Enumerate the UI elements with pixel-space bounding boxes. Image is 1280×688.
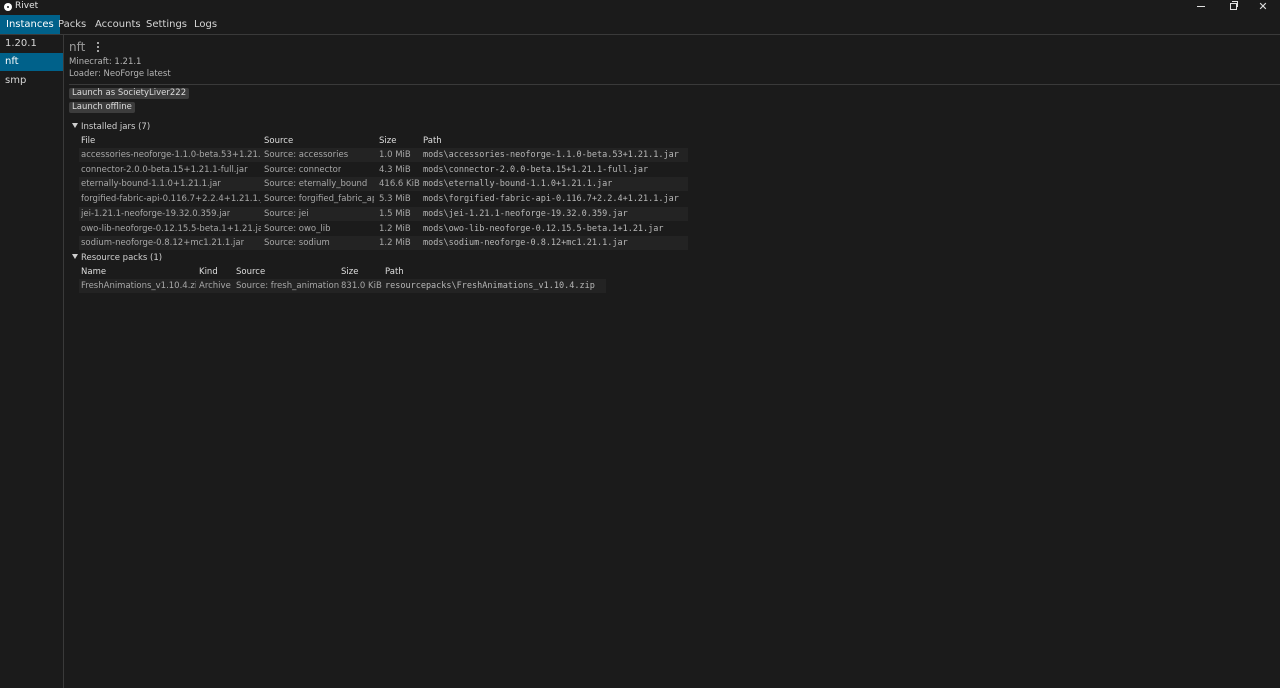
menu-bar: Instances Packs Accounts Settings Logs [0, 15, 1280, 35]
cell-path: mods\sodium-neoforge-0.8.12+mc1.21.1.jar [423, 238, 628, 249]
table-row[interactable]: connector-2.0.0-beta.15+1.21.1-full.jar S… [79, 163, 688, 177]
tab-logs[interactable]: Logs [188, 15, 223, 34]
column-header-size[interactable]: Size [379, 136, 396, 146]
cell-file: forgified-fabric-api-0.116.7+2.2.4+1.21.… [81, 194, 261, 205]
column-header-file[interactable]: File [81, 136, 95, 146]
sidebar-item-1-20-1[interactable]: 1.20.1 [0, 35, 63, 53]
loader-info: Loader: NeoForge latest [69, 69, 171, 79]
tab-accounts[interactable]: Accounts [89, 15, 147, 34]
restore-icon [1229, 0, 1238, 10]
cell-path: mods\accessories-neoforge-1.1.0-beta.53+… [423, 150, 679, 160]
column-header-source[interactable]: Source [264, 136, 293, 146]
cell-path: mods\eternally-bound-1.1.0+1.21.1.jar [423, 179, 613, 190]
cell-source: Source: fresh_animations [236, 281, 339, 291]
instance-detail: nft Minecraft: 1.21.1 Loader: NeoForge l… [64, 35, 1280, 688]
cell-source: Source: connector [264, 164, 342, 175]
table-row[interactable]: forgified-fabric-api-0.116.7+2.2.4+1.21.… [79, 192, 688, 206]
cell-source: Source: forgified_fabric_api [264, 194, 374, 205]
table-row[interactable]: FreshAnimations_v1.10.4.zip Archive Source… [79, 279, 606, 293]
installed-jars-label: Installed jars (7) [81, 122, 151, 132]
launch-offline-button[interactable]: Launch offline [69, 102, 135, 113]
minimize-button[interactable] [1186, 0, 1216, 15]
cell-file: jei-1.21.1-neoforge-19.32.0.359.jar [81, 208, 231, 219]
minecraft-version: Minecraft: 1.21.1 [69, 57, 142, 67]
cell-size: 4.3 MiB [379, 164, 411, 175]
tab-settings[interactable]: Settings [140, 15, 193, 34]
cell-name: FreshAnimations_v1.10.4.zip [81, 281, 196, 291]
cell-size: 1.2 MiB [379, 238, 411, 249]
close-button[interactable]: ✕ [1248, 0, 1278, 15]
title-bar: Rivet ✕ [0, 0, 1280, 15]
tab-packs[interactable]: Packs [52, 15, 92, 34]
minimize-icon [1197, 5, 1205, 7]
cell-file: sodium-neoforge-0.8.12+mc1.21.1.jar [81, 238, 245, 249]
resource-packs-header[interactable]: Resource packs (1) [72, 253, 162, 263]
column-header-kind[interactable]: Kind [199, 267, 218, 277]
app-logo-icon [4, 3, 12, 11]
cell-file: eternally-bound-1.1.0+1.21.1.jar [81, 179, 221, 190]
cell-path: resourcepacks\FreshAnimations_v1.10.4.zi… [385, 281, 595, 291]
cell-size: 1.0 MiB [379, 150, 411, 160]
cell-path: mods\owo-lib-neoforge-0.12.15.5-beta.1+1… [423, 223, 664, 234]
instance-title: nft [69, 40, 86, 54]
column-header-size[interactable]: Size [341, 267, 358, 277]
cell-size: 831.0 KiB [341, 281, 382, 291]
column-header-path[interactable]: Path [385, 267, 404, 277]
tab-instances[interactable]: Instances [0, 15, 60, 34]
cell-size: 5.3 MiB [379, 194, 411, 205]
close-icon: ✕ [1258, 0, 1268, 13]
column-header-name[interactable]: Name [81, 267, 106, 277]
column-header-path[interactable]: Path [423, 136, 442, 146]
cell-source: Source: jei [264, 208, 309, 219]
more-options-icon[interactable] [96, 42, 100, 53]
cell-source: Source: sodium [264, 238, 330, 249]
collapse-triangle-icon [72, 254, 78, 259]
cell-kind: Archive [199, 281, 231, 291]
cell-source: Source: owo_lib [264, 223, 331, 234]
cell-path: mods\jei-1.21.1-neoforge-19.32.0.359.jar [423, 208, 628, 219]
sidebar-item-smp[interactable]: smp [0, 72, 63, 90]
instance-sidebar: 1.20.1 nft smp [0, 35, 64, 688]
table-row[interactable]: eternally-bound-1.1.0+1.21.1.jar Source: … [79, 177, 688, 192]
launch-button[interactable]: Launch as SocietyLiver222 [69, 88, 190, 99]
table-row[interactable]: jei-1.21.1-neoforge-19.32.0.359.jar Sourc… [79, 206, 688, 221]
cell-path: mods\connector-2.0.0-beta.15+1.21.1-full… [423, 164, 649, 175]
window-title: Rivet [15, 1, 39, 11]
resource-packs-label: Resource packs (1) [81, 253, 163, 263]
maximize-button[interactable] [1218, 0, 1248, 15]
cell-size: 416.6 KiB [379, 179, 420, 190]
cell-file: owo-lib-neoforge-0.12.15.5-beta.1+1.21.j… [81, 223, 261, 234]
table-row[interactable]: accessories-neoforge-1.1.0-beta.53+1.21.… [79, 148, 688, 162]
sidebar-item-nft[interactable]: nft [0, 53, 63, 71]
cell-path: mods\forgified-fabric-api-0.116.7+2.2.4+… [423, 194, 679, 205]
cell-size: 1.2 MiB [379, 223, 411, 234]
cell-size: 1.5 MiB [379, 208, 411, 219]
table-row[interactable]: owo-lib-neoforge-0.12.15.5-beta.1+1.21.j… [79, 222, 688, 236]
cell-source: Source: accessories [264, 150, 349, 160]
column-header-source[interactable]: Source [236, 267, 265, 277]
divider [69, 84, 1280, 85]
cell-file: accessories-neoforge-1.1.0-beta.53+1.21.… [81, 150, 261, 160]
collapse-triangle-icon [72, 123, 78, 128]
table-row[interactable]: sodium-neoforge-0.8.12+mc1.21.1.jar Sourc… [79, 236, 688, 251]
cell-source: Source: eternally_bound [264, 179, 368, 190]
installed-jars-header[interactable]: Installed jars (7) [72, 122, 150, 132]
cell-file: connector-2.0.0-beta.15+1.21.1-full.jar [81, 164, 248, 175]
